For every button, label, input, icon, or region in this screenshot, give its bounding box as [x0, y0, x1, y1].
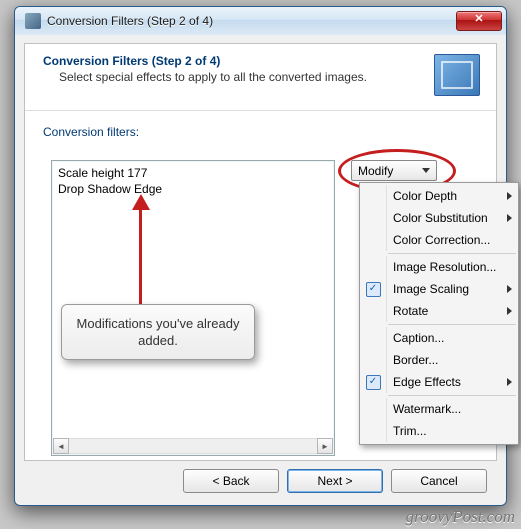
menu-separator: [388, 324, 516, 325]
menu-color-depth[interactable]: Color Depth: [360, 185, 518, 207]
menu-trim[interactable]: Trim...: [360, 420, 518, 442]
chevron-down-icon: [422, 168, 430, 173]
header-subtitle: Select special effects to apply to all t…: [43, 70, 424, 84]
scroll-track[interactable]: [69, 438, 317, 454]
dialog-body: Conversion Filters (Step 2 of 4) Select …: [24, 43, 497, 461]
menu-watermark[interactable]: Watermark...: [360, 398, 518, 420]
menu-image-resolution[interactable]: Image Resolution...: [360, 256, 518, 278]
cancel-button[interactable]: Cancel: [391, 469, 487, 493]
menu-border[interactable]: Border...: [360, 349, 518, 371]
app-icon: [25, 13, 41, 29]
close-button[interactable]: ✕: [456, 11, 502, 31]
scroll-right-button[interactable]: ►: [317, 438, 333, 454]
chevron-right-icon: [507, 214, 512, 222]
menu-color-correction[interactable]: Color Correction...: [360, 229, 518, 251]
filter-item[interactable]: Scale height 177: [58, 165, 328, 181]
menu-rotate[interactable]: Rotate: [360, 300, 518, 322]
scroll-left-button[interactable]: ◄: [53, 438, 69, 454]
next-button[interactable]: Next >: [287, 469, 383, 493]
header-title: Conversion Filters (Step 2 of 4): [43, 54, 424, 68]
modify-dropdown-button[interactable]: Modify: [351, 160, 437, 181]
modify-menu: Color Depth Color Substitution Color Cor…: [359, 182, 519, 445]
chevron-right-icon: [507, 378, 512, 386]
menu-edge-effects[interactable]: ✓Edge Effects: [360, 371, 518, 393]
check-icon: ✓: [366, 375, 381, 390]
chevron-right-icon: [507, 285, 512, 293]
dialog-window: Conversion Filters (Step 2 of 4) ✕ Conve…: [14, 6, 507, 506]
window-title: Conversion Filters (Step 2 of 4): [47, 14, 456, 28]
dialog-header: Conversion Filters (Step 2 of 4) Select …: [25, 44, 496, 111]
chevron-right-icon: [507, 192, 512, 200]
menu-separator: [388, 253, 516, 254]
titlebar[interactable]: Conversion Filters (Step 2 of 4) ✕: [15, 7, 506, 35]
dialog-footer: < Back Next > Cancel: [24, 465, 497, 497]
modify-label: Modify: [358, 164, 393, 178]
filters-label: Conversion filters:: [43, 125, 478, 139]
menu-caption[interactable]: Caption...: [360, 327, 518, 349]
chevron-right-icon: [507, 307, 512, 315]
image-watermark: groovyPost.com: [406, 507, 515, 527]
back-button[interactable]: < Back: [183, 469, 279, 493]
menu-image-scaling[interactable]: ✓Image Scaling: [360, 278, 518, 300]
menu-separator: [388, 395, 516, 396]
menu-color-substitution[interactable]: Color Substitution: [360, 207, 518, 229]
check-icon: ✓: [366, 282, 381, 297]
filter-item[interactable]: Drop Shadow Edge: [58, 181, 328, 197]
horizontal-scrollbar[interactable]: ◄ ►: [53, 438, 333, 454]
header-filter-icon: [434, 54, 480, 96]
annotation-callout: Modifications you've already added.: [61, 304, 255, 360]
